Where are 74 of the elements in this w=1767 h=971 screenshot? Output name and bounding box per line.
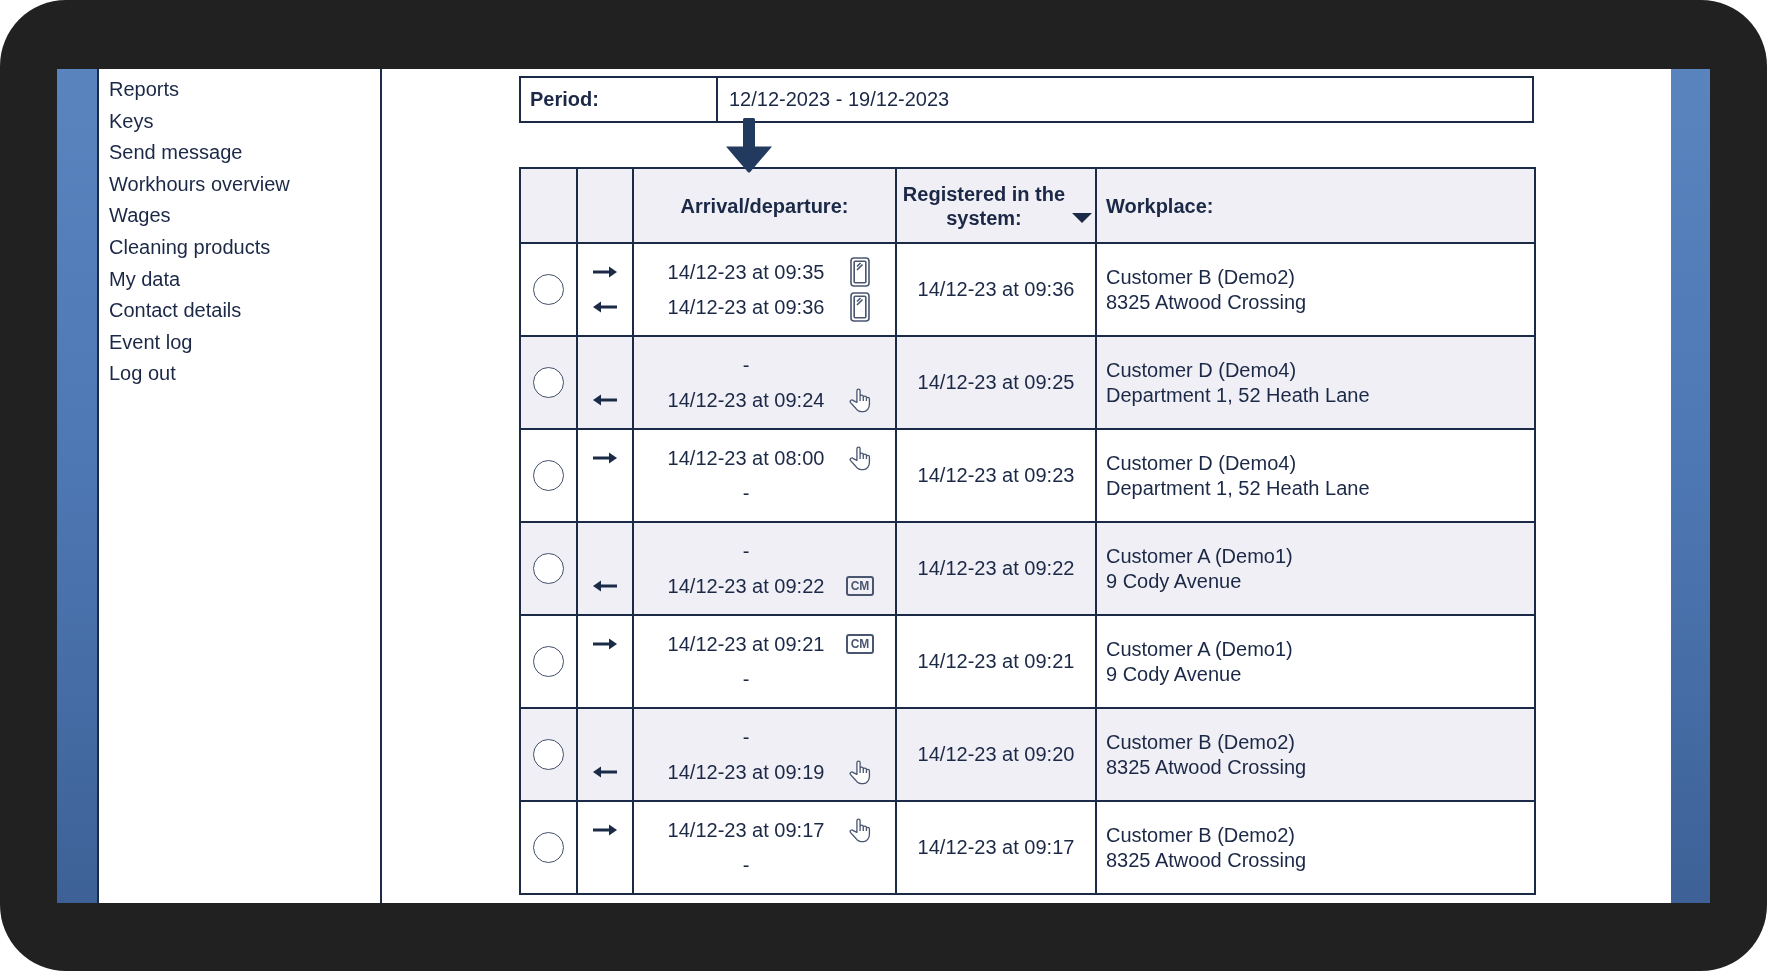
registered-time: 14/12-23 at 09:23	[917, 464, 1075, 486]
radio-button[interactable]	[533, 553, 564, 584]
hand-pointer-icon	[849, 759, 871, 785]
sidebar-link[interactable]: Send message	[109, 137, 243, 169]
source-badge: CM	[845, 634, 875, 654]
departure-time: -	[742, 853, 750, 877]
sidebar-link[interactable]: My data	[109, 263, 181, 296]
radio-button[interactable]	[533, 832, 564, 863]
hand-pointer-icon	[849, 445, 871, 471]
left-arrow-icon	[593, 394, 617, 406]
workplace-address: Department 1, 52 Heath Lane	[1106, 382, 1370, 408]
workplace-address: 9 Cody Avenue	[1106, 661, 1242, 687]
hand-pointer-icon	[849, 387, 871, 413]
registered-time: 14/12-23 at 09:17	[917, 836, 1075, 858]
source-badge: CM	[845, 576, 875, 596]
arrival-time: 14/12-23 at 09:35	[667, 260, 825, 284]
arrival-time: 14/12-23 at 09:21	[667, 632, 825, 656]
radio-button[interactable]	[533, 739, 564, 770]
departure-time: -	[742, 667, 750, 691]
sort-down-icon[interactable]	[1072, 212, 1092, 223]
arrival-time: 14/12-23 at 08:00	[667, 446, 825, 470]
arrival-time: 14/12-23 at 09:17	[667, 818, 825, 842]
customer-name: Customer B (Demo2)	[1106, 822, 1295, 848]
left-arrow-icon	[593, 766, 617, 778]
sidebar-link[interactable]: Keys	[109, 105, 154, 138]
customer-name: Customer A (Demo1)	[1106, 636, 1293, 662]
workplace-address: 8325 Atwood Crossing	[1106, 847, 1307, 873]
registered-time: 14/12-23 at 09:22	[917, 557, 1075, 579]
workplace-address: Department 1, 52 Heath Lane	[1106, 475, 1370, 501]
radio-button[interactable]	[533, 274, 564, 305]
hand-pointer-icon	[849, 817, 871, 843]
down-arrow-icon	[725, 118, 773, 173]
sidebar-link[interactable]: Cleaning products	[109, 231, 271, 264]
radio-button[interactable]	[533, 646, 564, 677]
left-arrow-icon	[593, 301, 617, 313]
radio-button[interactable]	[533, 460, 564, 491]
column-header: Arrival/departure:	[680, 193, 849, 218]
departure-time: -	[742, 481, 750, 505]
registered-time: 14/12-23 at 09:25	[917, 371, 1075, 393]
right-arrow-icon	[593, 452, 617, 464]
registered-time: 14/12-23 at 09:36	[917, 278, 1075, 300]
sidebar-link[interactable]: Log out	[109, 358, 176, 390]
phone-icon	[850, 257, 870, 287]
sidebar-link[interactable]: Workhours overview	[109, 168, 290, 201]
customer-name: Customer D (Demo4)	[1106, 450, 1297, 476]
right-arrow-icon	[593, 638, 617, 650]
registered-time: 14/12-23 at 09:20	[917, 743, 1075, 765]
workplace-address: 8325 Atwood Crossing	[1106, 754, 1307, 780]
departure-time: 14/12-23 at 09:19	[667, 760, 825, 784]
customer-name: Customer B (Demo2)	[1106, 264, 1295, 290]
customer-name: Customer A (Demo1)	[1106, 543, 1293, 569]
radio-button[interactable]	[533, 367, 564, 398]
arrival-time: -	[742, 353, 750, 377]
right-arrow-icon	[593, 266, 617, 278]
sidebar-link[interactable]: Wages	[109, 200, 171, 232]
period-value: 12/12-2023 - 19/12-2023	[728, 86, 951, 112]
customer-name: Customer B (Demo2)	[1106, 729, 1295, 755]
arrival-time: -	[742, 725, 750, 749]
left-arrow-icon	[593, 580, 617, 592]
column-header: Workplace:	[1106, 193, 1214, 218]
sidebar-link[interactable]: Reports	[109, 74, 180, 106]
sidebar-link[interactable]: Contact details	[109, 295, 242, 327]
phone-icon	[850, 292, 870, 322]
registered-time: 14/12-23 at 09:21	[917, 650, 1075, 672]
customer-name: Customer D (Demo4)	[1106, 357, 1297, 383]
workplace-address: 8325 Atwood Crossing	[1106, 289, 1307, 315]
departure-time: 14/12-23 at 09:36	[667, 295, 825, 319]
sidebar-link[interactable]: Event log	[109, 326, 193, 359]
departure-time: 14/12-23 at 09:24	[667, 388, 825, 412]
period-label: Period:	[521, 77, 718, 121]
arrival-time: -	[742, 539, 750, 563]
right-arrow-icon	[593, 824, 617, 836]
workplace-address: 9 Cody Avenue	[1106, 568, 1242, 594]
departure-time: 14/12-23 at 09:22	[667, 574, 825, 598]
